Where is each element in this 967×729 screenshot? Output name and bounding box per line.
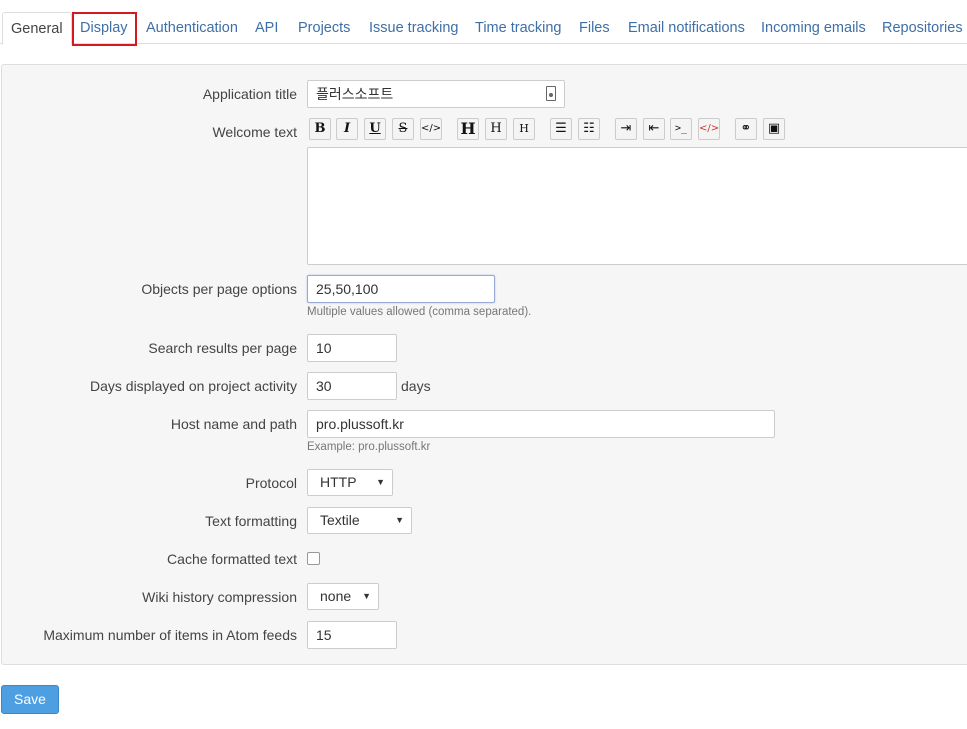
tab-files[interactable]: Files [579,12,610,44]
tab-email-notifications[interactable]: Email notifications [628,12,745,44]
protocol-select[interactable]: HTTP ▼ [307,469,393,496]
heading-2-icon[interactable]: H [485,118,507,140]
chevron-down-icon: ▼ [376,477,385,487]
host-name-hint: Example: pro.plussoft.kr [307,441,431,453]
protocol-label: Protocol [245,475,297,491]
chevron-down-icon: ▼ [395,515,404,525]
tab-authentication[interactable]: Authentication [146,12,238,44]
protocol-value: HTTP [320,474,357,490]
objects-per-page-label: Objects per page options [141,281,297,297]
tab-api[interactable]: API [255,12,278,44]
link-icon[interactable]: ⚭ [735,118,757,140]
italic-icon[interactable]: I [336,118,358,140]
days-suffix: days [401,378,431,394]
days-activity-label: Days displayed on project activity [90,378,297,394]
wiki-compression-select[interactable]: none ▼ [307,583,379,610]
atom-items-input[interactable]: 15 [307,621,397,649]
tab-projects[interactable]: Projects [298,12,350,44]
text-formatting-label: Text formatting [205,513,297,529]
inline-code-icon[interactable]: </> [420,118,442,140]
tab-incoming-emails[interactable]: Incoming emails [761,12,866,44]
tab-repositories[interactable]: Repositories [882,12,963,44]
heading-3-icon[interactable]: H [513,118,535,140]
bold-icon[interactable]: B [309,118,331,140]
welcome-text-label: Welcome text [212,124,297,140]
tab-time-tracking[interactable]: Time tracking [475,12,561,44]
host-name-input[interactable]: pro.plussoft.kr [307,410,775,438]
cache-formatted-checkbox[interactable] [307,552,320,565]
outdent-icon[interactable]: ⇤ [643,118,665,140]
indent-icon[interactable]: ⇥ [615,118,637,140]
tab-issue-tracking[interactable]: Issue tracking [369,12,458,44]
ordered-list-icon[interactable]: ☷ [578,118,600,140]
app-title-label: Application title [202,86,297,102]
chevron-down-icon: ▼ [362,591,371,601]
text-formatting-select[interactable]: Textile ▼ [307,507,412,534]
preformatted-icon[interactable]: >_ [670,118,692,140]
wiki-compression-label: Wiki history compression [142,589,297,605]
search-results-label: Search results per page [148,340,297,356]
unordered-list-icon[interactable]: ☰ [550,118,572,140]
tab-general[interactable]: General [2,12,72,45]
save-button[interactable]: Save [1,685,59,714]
strikethrough-icon[interactable]: S [392,118,414,140]
text-formatting-value: Textile [320,512,360,528]
objects-per-page-input[interactable]: 25,50,100 [307,275,495,303]
display-tab-highlight [72,12,137,46]
contact-card-icon [546,86,556,101]
cache-formatted-label: Cache formatted text [167,551,297,567]
image-icon[interactable]: ▣ [763,118,785,140]
code-block-icon[interactable]: </> [698,118,720,140]
atom-items-label: Maximum number of items in Atom feeds [43,627,297,643]
app-title-value: 플러스소프트 [316,86,394,102]
app-title-input[interactable]: 플러스소프트 [307,80,565,108]
objects-per-page-hint: Multiple values allowed (comma separated… [307,306,532,318]
settings-tabs: General Display Authentication API Proje… [0,0,967,45]
search-results-input[interactable]: 10 [307,334,397,362]
days-activity-input[interactable]: 30 [307,372,397,400]
host-name-label: Host name and path [170,416,297,432]
welcome-text-editor[interactable] [307,147,967,265]
wiki-compression-value: none [320,588,352,604]
underline-icon[interactable]: U [364,118,386,140]
heading-1-icon[interactable]: H [457,118,479,140]
